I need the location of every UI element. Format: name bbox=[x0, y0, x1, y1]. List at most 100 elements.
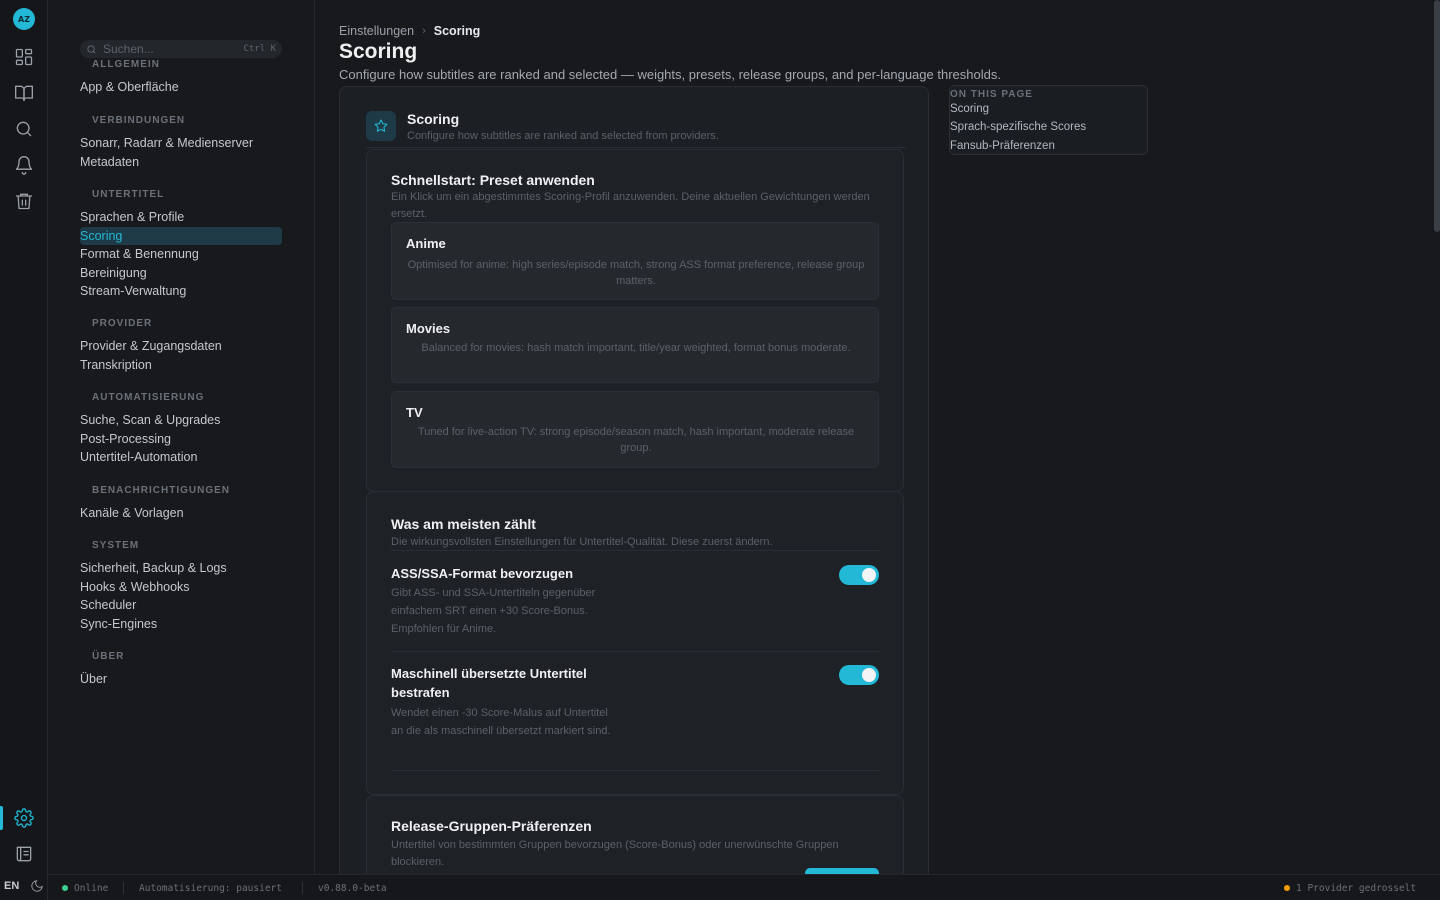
nav-group-header: SYSTEM bbox=[92, 540, 140, 551]
logs-icon[interactable] bbox=[12, 842, 36, 866]
nav-group-header: ÜBER bbox=[92, 651, 125, 662]
breadcrumb-current: Scoring bbox=[433, 24, 481, 38]
star-icon bbox=[366, 111, 396, 141]
nav-group-header: BENACHRICHTIGUNGEN bbox=[92, 485, 230, 496]
nav-item-provider-zugangsdaten[interactable]: Provider & Zugangsdaten bbox=[80, 337, 282, 356]
nav-item-stream-verwaltung[interactable]: Stream-Verwaltung bbox=[80, 282, 282, 301]
bell-icon[interactable] bbox=[12, 153, 36, 177]
nav-item-app-oberflaeche[interactable]: App & Oberfläche bbox=[80, 78, 282, 97]
preset-name: Movies bbox=[406, 321, 451, 336]
nav-item-scheduler[interactable]: Scheduler bbox=[80, 596, 282, 615]
release-title: Release-Gruppen-Präferenzen bbox=[391, 818, 592, 834]
preset-name: TV bbox=[406, 405, 423, 420]
toc-item-fansub[interactable]: Fansub-Präferenzen bbox=[950, 140, 1055, 152]
scoring-card: Scoring Configure how subtitles are rank… bbox=[339, 86, 929, 874]
divider bbox=[366, 147, 906, 148]
nav-group-untertitel: UNTERTITEL Sprachen & Profile Scoring Fo… bbox=[80, 188, 282, 301]
breadcrumb: Einstellungen › Scoring bbox=[339, 24, 480, 38]
preset-movies[interactable]: Movies Balanced for movies: hash match i… bbox=[391, 307, 879, 383]
divider bbox=[391, 550, 879, 551]
presets-description: Ein Klick um ein abgestimmtes Scoring-Pr… bbox=[391, 191, 870, 220]
nav-item-medienserver[interactable]: Sonarr, Radarr & Medienserver bbox=[80, 134, 282, 153]
app-logo-text: AZ bbox=[18, 14, 30, 24]
main-content: Einstellungen › Scoring Scoring Configur… bbox=[339, 0, 1419, 874]
nav-item-bereinigung[interactable]: Bereinigung bbox=[80, 264, 282, 283]
preset-description: Tuned for live-action TV: strong episode… bbox=[417, 426, 855, 454]
library-icon[interactable] bbox=[12, 81, 36, 105]
settings-nav: Ctrl K ALLGEMEIN App & Oberfläche VERBIN… bbox=[48, 0, 315, 874]
nav-group-provider: PROVIDER Provider & Zugangsdaten Transkr… bbox=[80, 317, 282, 374]
nav-group-system: SYSTEM Sicherheit, Backup & Logs Hooks &… bbox=[80, 539, 282, 633]
option-title: ASS/SSA-Format bevorzugen bbox=[391, 566, 574, 581]
search-shortcut: Ctrl K bbox=[243, 44, 276, 54]
nav-group-header: AUTOMATISIERUNG bbox=[92, 392, 205, 403]
presets-title: Schnellstart: Preset anwenden bbox=[391, 172, 595, 188]
page-description: Configure how subtitles are ranked and s… bbox=[339, 67, 1001, 82]
nav-item-untertitel-automation[interactable]: Untertitel-Automation bbox=[80, 448, 282, 467]
search-icon bbox=[87, 44, 96, 53]
toc-item-scoring[interactable]: Scoring bbox=[950, 103, 989, 115]
nav-item-transkription[interactable]: Transkription bbox=[80, 356, 282, 375]
page-scrollbar[interactable] bbox=[1434, 0, 1440, 232]
rail-active-indicator bbox=[0, 806, 3, 830]
nav-group-header: PROVIDER bbox=[92, 318, 153, 329]
theme-moon-icon[interactable] bbox=[30, 879, 44, 893]
warning-dot-icon bbox=[1284, 885, 1290, 891]
online-dot-icon bbox=[62, 885, 68, 891]
prefer-ass-toggle[interactable] bbox=[839, 565, 879, 585]
status-online-text: Online bbox=[74, 883, 109, 894]
status-bar: Online Automatisierung: pausiert v0.88.0… bbox=[48, 874, 1440, 900]
app-logo[interactable]: AZ bbox=[13, 8, 35, 30]
preset-description: Optimised for anime: high series/episode… bbox=[407, 259, 865, 287]
status-providers[interactable]: 1 Provider gedrosselt bbox=[1284, 883, 1416, 894]
option-title: Maschinell übersetzte Untertitel bestraf… bbox=[391, 666, 587, 700]
nav-item-scoring[interactable]: Scoring bbox=[80, 226, 282, 245]
nav-item-kanaele-vorlagen[interactable]: Kanäle & Vorlagen bbox=[80, 504, 282, 523]
important-settings-section: Was am meisten zählt Die wirkungsvollste… bbox=[366, 491, 904, 795]
nav-item-suche-scan[interactable]: Suche, Scan & Upgrades bbox=[80, 411, 282, 430]
preset-anime[interactable]: Anime Optimised for anime: high series/e… bbox=[391, 222, 879, 300]
nav-group-verbindungen: VERBINDUNGEN Sonarr, Radarr & Medienserv… bbox=[80, 114, 282, 171]
divider bbox=[391, 770, 879, 771]
nav-item-sync-engines[interactable]: Sync-Engines bbox=[80, 615, 282, 634]
nav-item-hooks-webhooks[interactable]: Hooks & Webhooks bbox=[80, 578, 282, 597]
dashboard-icon[interactable] bbox=[12, 45, 36, 69]
nav-item-ueber[interactable]: Über bbox=[80, 670, 282, 689]
status-automation[interactable]: Automatisierung: pausiert bbox=[139, 883, 282, 894]
nav-group-ueber: ÜBER Über bbox=[80, 650, 282, 689]
status-version: v0.88.0-beta bbox=[318, 883, 387, 894]
option-description: Wendet einen -30 Score-Malus auf Unterti… bbox=[391, 707, 611, 737]
preset-name: Anime bbox=[406, 236, 446, 251]
settings-search-input[interactable] bbox=[103, 42, 233, 56]
divider bbox=[302, 882, 303, 894]
penalize-mt-toggle[interactable] bbox=[839, 665, 879, 685]
nav-item-sicherheit[interactable]: Sicherheit, Backup & Logs bbox=[80, 559, 282, 578]
important-description: Die wirkungsvollsten Einstellungen für U… bbox=[391, 536, 773, 548]
divider bbox=[123, 882, 124, 894]
nav-item-post-processing[interactable]: Post-Processing bbox=[80, 430, 282, 449]
card-title: Scoring bbox=[407, 111, 460, 127]
nav-item-metadaten[interactable]: Metadaten bbox=[80, 153, 282, 172]
nav-item-format-benennung[interactable]: Format & Benennung bbox=[80, 245, 282, 264]
trash-icon[interactable] bbox=[12, 189, 36, 213]
toc-item-sprach-scores[interactable]: Sprach-spezifische Scores bbox=[950, 121, 1086, 133]
divider bbox=[391, 651, 879, 652]
search-icon[interactable] bbox=[12, 117, 36, 141]
language-switch[interactable]: EN bbox=[4, 880, 19, 892]
release-groups-section: Release-Gruppen-Präferenzen Untertitel v… bbox=[366, 795, 904, 874]
preset-tv[interactable]: TV Tuned for live-action TV: strong epis… bbox=[391, 391, 879, 468]
preset-description: Balanced for movies: hash match importan… bbox=[421, 342, 851, 354]
chevron-right-icon: › bbox=[422, 25, 426, 37]
nav-group-header: ALLGEMEIN bbox=[92, 59, 160, 70]
icon-rail: AZ EN bbox=[0, 0, 48, 900]
nav-item-sprachen-profile[interactable]: Sprachen & Profile bbox=[80, 208, 282, 227]
breadcrumb-parent[interactable]: Einstellungen bbox=[339, 24, 414, 38]
status-providers-text: 1 Provider gedrosselt bbox=[1296, 883, 1417, 894]
page-title: Scoring bbox=[339, 40, 418, 63]
nav-group-header: UNTERTITEL bbox=[92, 189, 165, 200]
gear-icon[interactable] bbox=[12, 806, 36, 830]
nav-group-automatisierung: AUTOMATISIERUNG Suche, Scan & Upgrades P… bbox=[80, 391, 282, 467]
option-description: Gibt ASS- und SSA-Untertiteln gegenüber … bbox=[391, 587, 596, 635]
status-online: Online bbox=[62, 883, 108, 894]
settings-search[interactable]: Ctrl K bbox=[80, 40, 282, 58]
